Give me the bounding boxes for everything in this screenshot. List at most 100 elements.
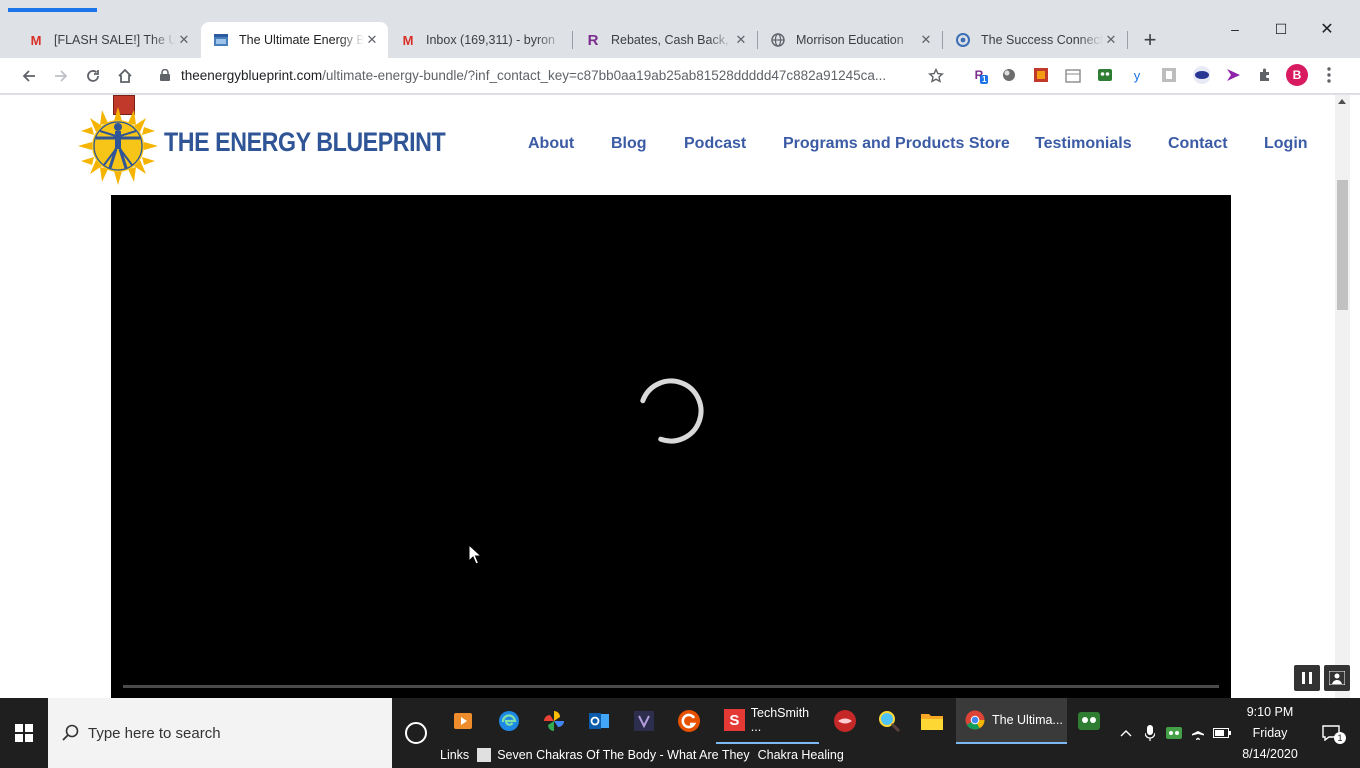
reload-button[interactable]	[81, 64, 105, 88]
grammarly-icon[interactable]	[674, 706, 704, 736]
calendar-extension-icon[interactable]	[1064, 66, 1082, 84]
gmail-icon: M	[30, 32, 42, 48]
nav-contact[interactable]: Contact	[1168, 135, 1228, 153]
photos-pinwheel-icon[interactable]	[539, 706, 569, 736]
mouse-cursor-icon	[468, 544, 482, 565]
taskbar-app-chrome[interactable]: The Ultima...	[956, 698, 1067, 744]
extension-badge: 1	[980, 75, 989, 84]
nav-about[interactable]: About	[528, 135, 574, 153]
rakuten-icon: R	[587, 31, 599, 49]
rakuten-extension-icon[interactable]: R1	[970, 66, 989, 84]
close-icon[interactable]: ✕	[176, 32, 192, 48]
cortana-icon[interactable]	[405, 722, 427, 744]
minimize-button[interactable]: –	[1212, 18, 1258, 40]
back-arrow-icon	[22, 70, 35, 82]
link-chakra-healing[interactable]: Chakra Healing	[758, 748, 844, 762]
maximize-button[interactable]: ☐	[1258, 18, 1304, 40]
nav-testimonials[interactable]: Testimonials	[1035, 135, 1132, 153]
circle-extension-icon[interactable]	[1000, 66, 1018, 84]
url-text[interactable]: theenergyblueprint.com/ultimate-energy-b…	[181, 68, 916, 83]
scrollbar-thumb[interactable]	[1337, 180, 1348, 310]
site-header: THE ENERGY BLUEPRINT About Blog Podcast …	[0, 95, 1335, 193]
scroll-up-icon[interactable]	[1338, 99, 1346, 104]
taskbar-app-techsmith[interactable]: S TechSmith ...	[716, 698, 819, 744]
close-icon[interactable]: ✕	[918, 32, 934, 48]
loading-spinner-icon	[640, 378, 704, 444]
video-player[interactable]	[111, 195, 1231, 698]
close-icon[interactable]: ✕	[364, 32, 380, 48]
lips-app-icon[interactable]	[830, 706, 860, 736]
puzzle-extensions-icon[interactable]	[1256, 66, 1274, 84]
links-label: Links	[440, 748, 470, 762]
tab-title: Morrison Education	[796, 33, 904, 47]
screen: M [FLASH SALE!] The Ultimate Energy Bund…	[0, 0, 1360, 768]
system-clock[interactable]: 9:10 PM Friday 8/14/2020	[1232, 702, 1308, 765]
red-square-extension-icon[interactable]	[1032, 66, 1050, 84]
start-button[interactable]	[0, 698, 48, 768]
tab-morrison-education[interactable]: Morrison Education ✕	[758, 22, 942, 58]
close-icon[interactable]: ✕	[1103, 32, 1119, 48]
windows-logo-icon	[15, 724, 33, 742]
home-button[interactable]	[113, 64, 137, 88]
bookmark-star-icon[interactable]	[928, 68, 944, 84]
robot-extension-icon[interactable]	[1096, 66, 1114, 84]
forward-button[interactable]	[49, 64, 73, 88]
notifications-button[interactable]: 1	[1316, 720, 1346, 746]
tab-inbox[interactable]: M Inbox (169,311) - byron	[388, 22, 572, 58]
tab-rebates[interactable]: R Rebates, Cash Back, Discounts ✕	[573, 22, 757, 58]
robot-tray-icon[interactable]	[1164, 722, 1184, 744]
tab-title: [FLASH SALE!] The Ultimate Energy Bundle	[54, 33, 176, 47]
tab-title: Rebates, Cash Back, Discounts	[611, 33, 733, 47]
forward-arrow-icon	[55, 70, 68, 82]
tab-success-connection[interactable]: The Success Connection ✕	[943, 22, 1127, 58]
url-host: theenergyblueprint.com	[181, 68, 323, 83]
edge-icon[interactable]	[494, 706, 524, 736]
battery-icon[interactable]	[1212, 722, 1232, 744]
airplane-mode-icon[interactable]	[1188, 722, 1208, 744]
url-path: /ultimate-energy-bundle/?inf_contact_key…	[322, 68, 887, 83]
chevron-up-icon[interactable]	[1116, 722, 1136, 744]
magnifier-app-icon[interactable]	[874, 706, 904, 736]
site-icon	[213, 32, 229, 48]
visual-studio-icon[interactable]	[629, 706, 659, 736]
tab-title: Inbox (169,311) - byron	[426, 33, 556, 47]
right-gutter	[1350, 95, 1360, 698]
back-button[interactable]	[17, 64, 41, 88]
home-icon	[118, 68, 132, 83]
link-seven-chakras[interactable]: Seven Chakras Of The Body - What Are The…	[497, 748, 749, 762]
main-nav: About Blog Podcast Programs and Products…	[0, 135, 1335, 155]
recorder-pause-button[interactable]	[1294, 665, 1320, 691]
microphone-icon[interactable]	[1140, 722, 1160, 744]
profile-avatar[interactable]: B	[1286, 64, 1308, 86]
eye-extension-icon[interactable]	[1192, 66, 1210, 84]
new-tab-button[interactable]: +	[1138, 27, 1162, 52]
yahoo-extension-icon[interactable]: y	[1128, 66, 1146, 84]
taskbar-app-label: The Ultima...	[992, 713, 1063, 727]
video-progress-bar[interactable]	[123, 685, 1219, 688]
grey-extension-icon[interactable]	[1160, 66, 1178, 84]
nav-login[interactable]: Login	[1264, 135, 1308, 153]
page-scrollbar[interactable]	[1335, 95, 1350, 698]
close-icon[interactable]: ✕	[733, 32, 749, 48]
nav-podcast[interactable]: Podcast	[684, 135, 746, 153]
lock-icon	[160, 69, 170, 81]
tab-separator	[1127, 31, 1128, 49]
notification-count: 1	[1334, 732, 1346, 744]
play-extension-icon[interactable]	[1224, 66, 1242, 84]
tab-ultimate-energy-bundle[interactable]: The Ultimate Energy Bundle ✕	[201, 22, 388, 58]
file-explorer-icon[interactable]	[917, 706, 947, 736]
address-bar[interactable]: theenergyblueprint.com/ultimate-energy-b…	[148, 61, 956, 91]
nav-programs-store[interactable]: Programs and Products Store	[783, 135, 1010, 153]
tab-flash-sale[interactable]: M [FLASH SALE!] The Ultimate Energy Bund…	[16, 22, 200, 58]
menu-kebab-icon[interactable]	[1320, 66, 1338, 84]
close-window-button[interactable]: ✕	[1304, 18, 1350, 40]
nav-blog[interactable]: Blog	[611, 135, 647, 153]
taskbar-search[interactable]: Type here to search	[48, 698, 392, 768]
roboform-icon[interactable]	[1074, 706, 1104, 736]
chrome-icon	[964, 709, 986, 731]
links-toolbar: Links Seven Chakras Of The Body - What A…	[440, 744, 844, 766]
media-app-icon[interactable]	[448, 706, 478, 736]
techsmith-icon: S	[724, 709, 745, 731]
recorder-webcam-button[interactable]	[1324, 665, 1350, 691]
outlook-icon[interactable]	[584, 706, 614, 736]
